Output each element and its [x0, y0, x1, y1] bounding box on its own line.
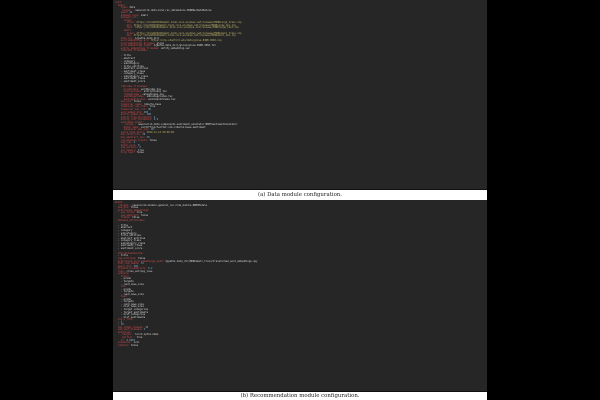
code-token: sentiment_score	[120, 246, 143, 250]
code-token: sentiment_score	[123, 79, 146, 83]
code-token: 3	[143, 328, 146, 332]
code-token: dataset_attributes:	[115, 218, 146, 222]
code-token: entity_embedding.vec	[161, 46, 190, 50]
code-token: 2019-11-14 00:00:00	[146, 130, 175, 134]
code-token: drop_last:	[115, 151, 137, 155]
code-token: true	[136, 335, 143, 339]
code-line: drop_last: false	[115, 151, 485, 155]
code-token: false	[136, 151, 144, 155]
code-token: 96	[148, 107, 151, 111]
code-token: newsreclib.data.mind_rec_datamodule.MIND…	[135, 8, 212, 12]
code-token: 18	[145, 325, 149, 329]
code-token: compile:	[115, 343, 131, 347]
data-module-config-panel: conf: data: type: data _target_: newsrec…	[113, 0, 487, 190]
code-token: small	[140, 13, 149, 17]
code-token: 0.5	[153, 118, 159, 122]
recommendation-module-config-code: model: _target_: newsreclib.models.gener…	[115, 201, 485, 348]
code-token: sentiment2index.tsv	[148, 97, 176, 101]
code-token: false	[149, 138, 157, 142]
code-token: ${paths.data_dir}MINDsmall_train/transfo…	[165, 259, 258, 263]
caption-data-module: (a) Data module configuration.	[113, 192, 487, 198]
code-token: cand_news_size	[123, 282, 144, 286]
figure-page: conf: data: type: data _target_: newsrec…	[113, 0, 487, 400]
caption-recommendation-module: (b) Recommendation module configuration.	[113, 393, 487, 399]
code-token: false	[130, 343, 139, 347]
data-module-config-code: conf: data: type: data _target_: newsrec…	[115, 1, 485, 155]
code-token: 15	[140, 262, 144, 266]
code-line: compile: false	[115, 343, 485, 348]
code-token: https://mind201910small.blob.core.window…	[135, 26, 239, 30]
recommendation-module-config-panel: model: _target_: newsreclib.models.gener…	[113, 200, 487, 392]
code-token: cross_entropy_loss	[126, 269, 153, 273]
code-token: newsreclib.models.general_rec.nrms_modul…	[132, 203, 208, 207]
code-token: false	[140, 213, 149, 217]
